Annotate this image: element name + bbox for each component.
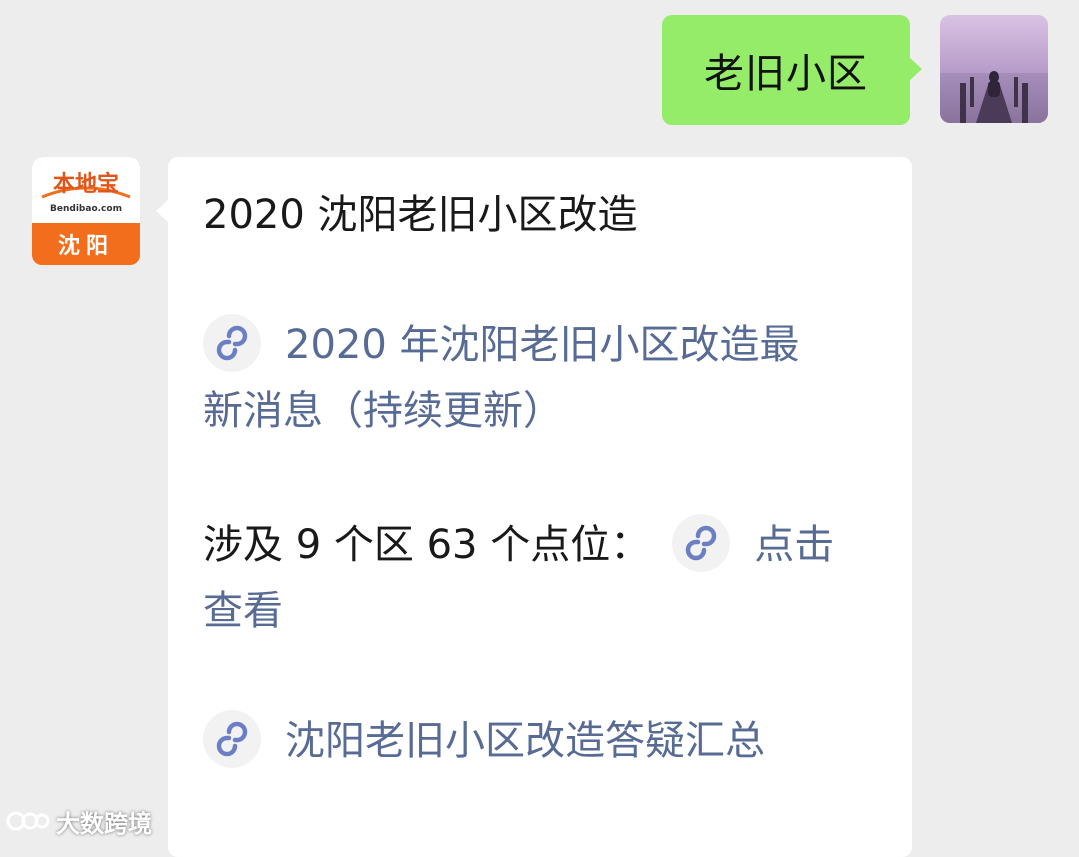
watermark-logo-icon — [6, 811, 50, 831]
logo-domain-text: Bendibao.com — [50, 204, 122, 214]
user-avatar[interactable] — [940, 15, 1048, 123]
district-points-text: 涉及 9 个区 63 个点位： — [203, 522, 651, 568]
received-message-bubble: 2020 沈阳老旧小区改造 2020 年沈阳老旧小区改造最 新消息（持续更新） … — [156, 157, 912, 857]
click-view-link-part1[interactable]: 点击 — [754, 522, 834, 568]
mini-program-link-icon — [203, 710, 261, 768]
link-latest-news-line2[interactable]: 新消息（持续更新） — [203, 379, 563, 443]
user-avatar-image — [940, 15, 1048, 123]
sent-message-text: 老旧小区 — [704, 51, 868, 97]
click-view-link-part2[interactable]: 查看 — [203, 579, 283, 643]
avatar-city-label: 沈阳 — [57, 234, 114, 259]
watermark-text: 大数跨境 — [56, 809, 152, 838]
link-faq-text: 沈阳老旧小区改造答疑汇总 — [285, 718, 765, 764]
bendibao-logo-icon: 本地宝 Bendibao.com — [41, 171, 131, 214]
district-points-line: 涉及 9 个区 63 个点位： 点击 — [203, 513, 834, 577]
mini-program-link-faq[interactable]: 沈阳老旧小区改造答疑汇总 — [203, 709, 765, 773]
mini-program-link-icon — [203, 314, 261, 372]
mini-program-link-latest-news[interactable]: 2020 年沈阳老旧小区改造最 — [203, 313, 800, 377]
mini-program-link-icon[interactable] — [672, 514, 731, 572]
avatar-logo-area: 本地宝 Bendibao.com — [32, 157, 140, 223]
official-account-avatar[interactable]: 本地宝 Bendibao.com 沈阳 — [32, 157, 140, 265]
sent-message-bubble[interactable]: 老旧小区 — [662, 15, 922, 125]
link-latest-news-line1: 2020 年沈阳老旧小区改造最 — [285, 322, 800, 368]
logo-text: 本地宝 — [53, 171, 119, 197]
watermark: 大数跨境 — [6, 804, 152, 838]
reply-title: 2020 沈阳老旧小区改造 — [203, 192, 638, 238]
